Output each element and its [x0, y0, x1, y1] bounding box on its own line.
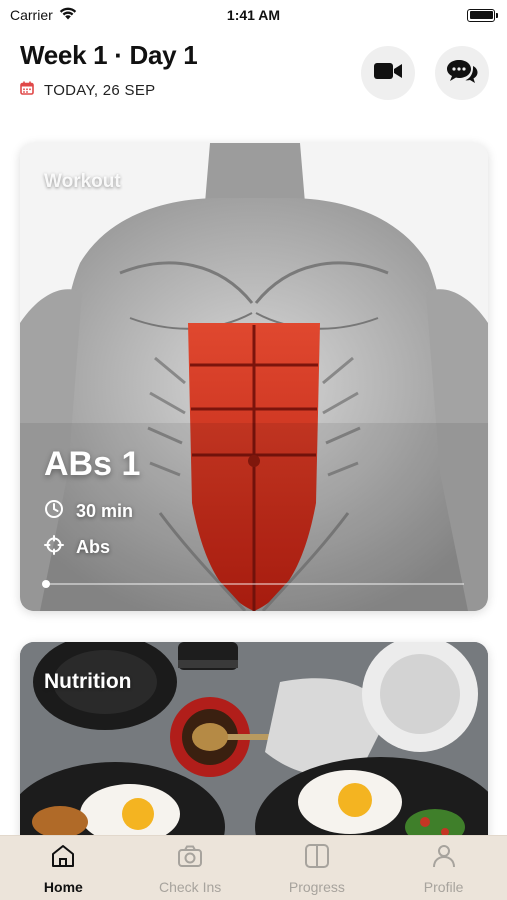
workout-name: ABs 1: [44, 445, 141, 483]
crosshair-icon: [44, 535, 64, 560]
tab-progress[interactable]: Progress: [254, 836, 381, 900]
bottom-tab-bar: Home Check Ins Progress Profile: [0, 835, 507, 900]
duration-label: 30 min: [76, 501, 134, 521]
tab-label-progress: Progress: [288, 878, 345, 895]
carousel-progress-track: [42, 580, 464, 588]
person-icon: [430, 842, 458, 873]
clock-icon: [44, 499, 64, 524]
tab-label-home: Home: [43, 878, 83, 895]
tab-check-ins[interactable]: Check Ins: [127, 836, 254, 900]
progress-icon: [303, 842, 331, 873]
target-row: Abs: [44, 535, 110, 560]
carousel-progress-dot: [42, 580, 50, 588]
wifi-icon: [59, 7, 77, 23]
status-time: 1:41 AM: [226, 7, 281, 23]
workout-tag: Workout: [44, 171, 121, 192]
nutrition-tag: Nutrition: [44, 670, 132, 693]
status-bar: Carrier 1:41 AM: [0, 0, 507, 30]
tab-profile[interactable]: Profile: [380, 836, 507, 900]
battery-icon: [467, 8, 498, 22]
duration-row: 30 min: [44, 499, 133, 524]
workout-card[interactable]: Workout ABs 1 30 min Abs: [20, 143, 488, 611]
carrier-label: Carrier: [10, 7, 53, 23]
tab-label-profile: Profile: [423, 878, 464, 895]
calendar-icon: [20, 81, 34, 99]
home-icon: [49, 842, 77, 873]
date-label: TODAY, 26 SEP: [44, 81, 156, 99]
target-label: Abs: [76, 537, 111, 557]
nutrition-card[interactable]: Nutrition: [20, 642, 488, 852]
video-call-button[interactable]: [361, 46, 415, 100]
video-camera-icon: [373, 60, 403, 87]
chat-bubbles-icon: [446, 58, 478, 89]
camera-icon: [176, 842, 204, 873]
chat-button[interactable]: [435, 46, 489, 100]
tab-label-check-ins: Check Ins: [159, 878, 222, 895]
tab-home[interactable]: Home: [0, 836, 127, 900]
status-left: Carrier: [10, 7, 77, 23]
header-actions: [361, 46, 489, 100]
header: Week 1 · Day 1 TODAY, 26 SEP: [20, 40, 489, 110]
